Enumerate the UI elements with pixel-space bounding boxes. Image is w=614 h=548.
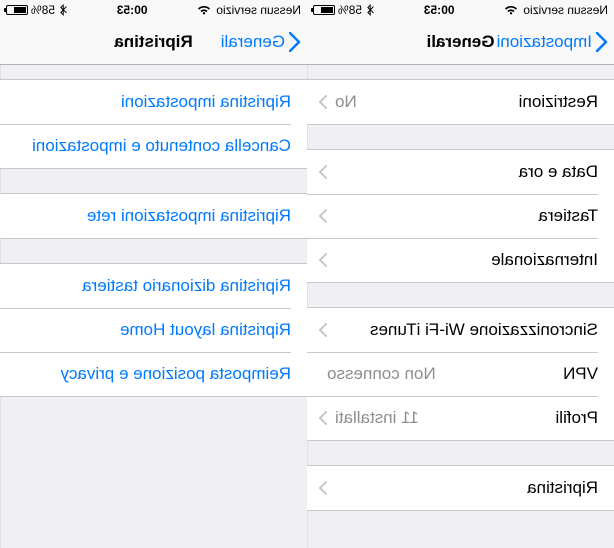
- status-bar: Nessun servizio 00:53 58%: [307, 0, 614, 20]
- chevron-right-icon: [319, 411, 327, 425]
- cell-label: Ripristina layout Home: [120, 320, 291, 340]
- cell-label: Ripristina dizionario tastiera: [82, 276, 291, 296]
- cell-label: Ripristina impostazioni: [121, 92, 291, 112]
- wifi-icon: [504, 5, 518, 15]
- carrier-text: Nessun servizio: [216, 3, 301, 17]
- cell-restrizioni[interactable]: Restrizioni No: [307, 80, 614, 124]
- cell-label: Tastiera: [538, 206, 598, 226]
- action-ripristina-dizionario[interactable]: Ripristina dizionario tastiera: [0, 264, 307, 308]
- battery-percent-text: 58%: [31, 3, 55, 17]
- clock-text: 00:53: [117, 3, 148, 17]
- cell-label: Ripristina impostazioni rete: [87, 206, 291, 226]
- battery-indicator: 58%: [313, 3, 362, 17]
- cell-tastiera[interactable]: Tastiera: [307, 194, 614, 238]
- status-bar: Nessun servizio 00:53 58%: [0, 0, 307, 20]
- wifi-icon: [197, 5, 211, 15]
- chevron-right-icon: [319, 481, 327, 495]
- chevron-right-icon: [319, 323, 327, 337]
- cell-label: Sincronizzazione Wi-Fi iTunes: [370, 320, 598, 340]
- cell-label: Ripristina: [527, 478, 598, 498]
- cell-label: Restrizioni: [519, 92, 598, 112]
- action-ripristina-impostazioni[interactable]: Ripristina impostazioni: [0, 80, 307, 124]
- cell-data-e-ora[interactable]: Data e ora: [307, 150, 614, 194]
- chevron-right-icon: [319, 165, 327, 179]
- nav-bar: Generali Ripristina: [0, 20, 307, 65]
- cell-detail: No: [327, 92, 357, 112]
- clock-text: 00:53: [424, 3, 455, 17]
- cell-label: Profili: [555, 408, 598, 428]
- chevron-right-icon: [319, 209, 327, 223]
- carrier-text: Nessun servizio: [523, 3, 608, 17]
- back-label: Generali: [221, 32, 285, 52]
- action-cancella-contenuto[interactable]: Cancella contenuto e impostazioni: [0, 124, 307, 168]
- cell-detail: 11 installati: [327, 408, 419, 428]
- cell-label: Reimposta posizione e privacy: [60, 364, 291, 384]
- screen-general: Nessun servizio 00:53 58% Impostazioni: [307, 0, 614, 548]
- cell-ripristina[interactable]: Ripristina: [307, 466, 614, 510]
- back-button[interactable]: Impostazioni: [497, 32, 608, 52]
- cell-sync-wifi-itunes[interactable]: Sincronizzazione Wi-Fi iTunes: [307, 308, 614, 352]
- cell-vpn[interactable]: VPN Non connesso: [307, 352, 614, 396]
- cell-profili[interactable]: Profili 11 installati: [307, 396, 614, 440]
- bluetooth-icon: [367, 4, 374, 16]
- back-button[interactable]: Generali: [221, 32, 301, 52]
- cell-detail: Non connesso: [319, 364, 436, 384]
- cell-internazionale[interactable]: Internazionale: [307, 238, 614, 282]
- screen-reset: Nessun servizio 00:53 58% Generali: [0, 0, 307, 548]
- cell-label: Internazionale: [491, 250, 598, 270]
- nav-bar: Impostazioni Generali: [307, 20, 614, 65]
- chevron-right-icon: [319, 95, 327, 109]
- settings-list[interactable]: Restrizioni No Data e ora Tastiera Internazi…: [307, 65, 614, 548]
- cell-label: Cancella contenuto e impostazioni: [32, 136, 291, 156]
- back-label: Impostazioni: [497, 32, 592, 52]
- action-reimposta-posizione-privacy[interactable]: Reimposta posizione e privacy: [0, 352, 307, 396]
- cell-label: Data e ora: [519, 162, 598, 182]
- action-ripristina-impostazioni-rete[interactable]: Ripristina impostazioni rete: [0, 194, 307, 238]
- battery-indicator: 58%: [6, 3, 55, 17]
- reset-list[interactable]: Ripristina impostazioni Cancella contenut…: [0, 65, 307, 548]
- chevron-right-icon: [319, 253, 327, 267]
- action-ripristina-layout-home[interactable]: Ripristina layout Home: [0, 308, 307, 352]
- bluetooth-icon: [60, 4, 67, 16]
- cell-label: VPN: [563, 364, 598, 384]
- battery-percent-text: 58%: [338, 3, 362, 17]
